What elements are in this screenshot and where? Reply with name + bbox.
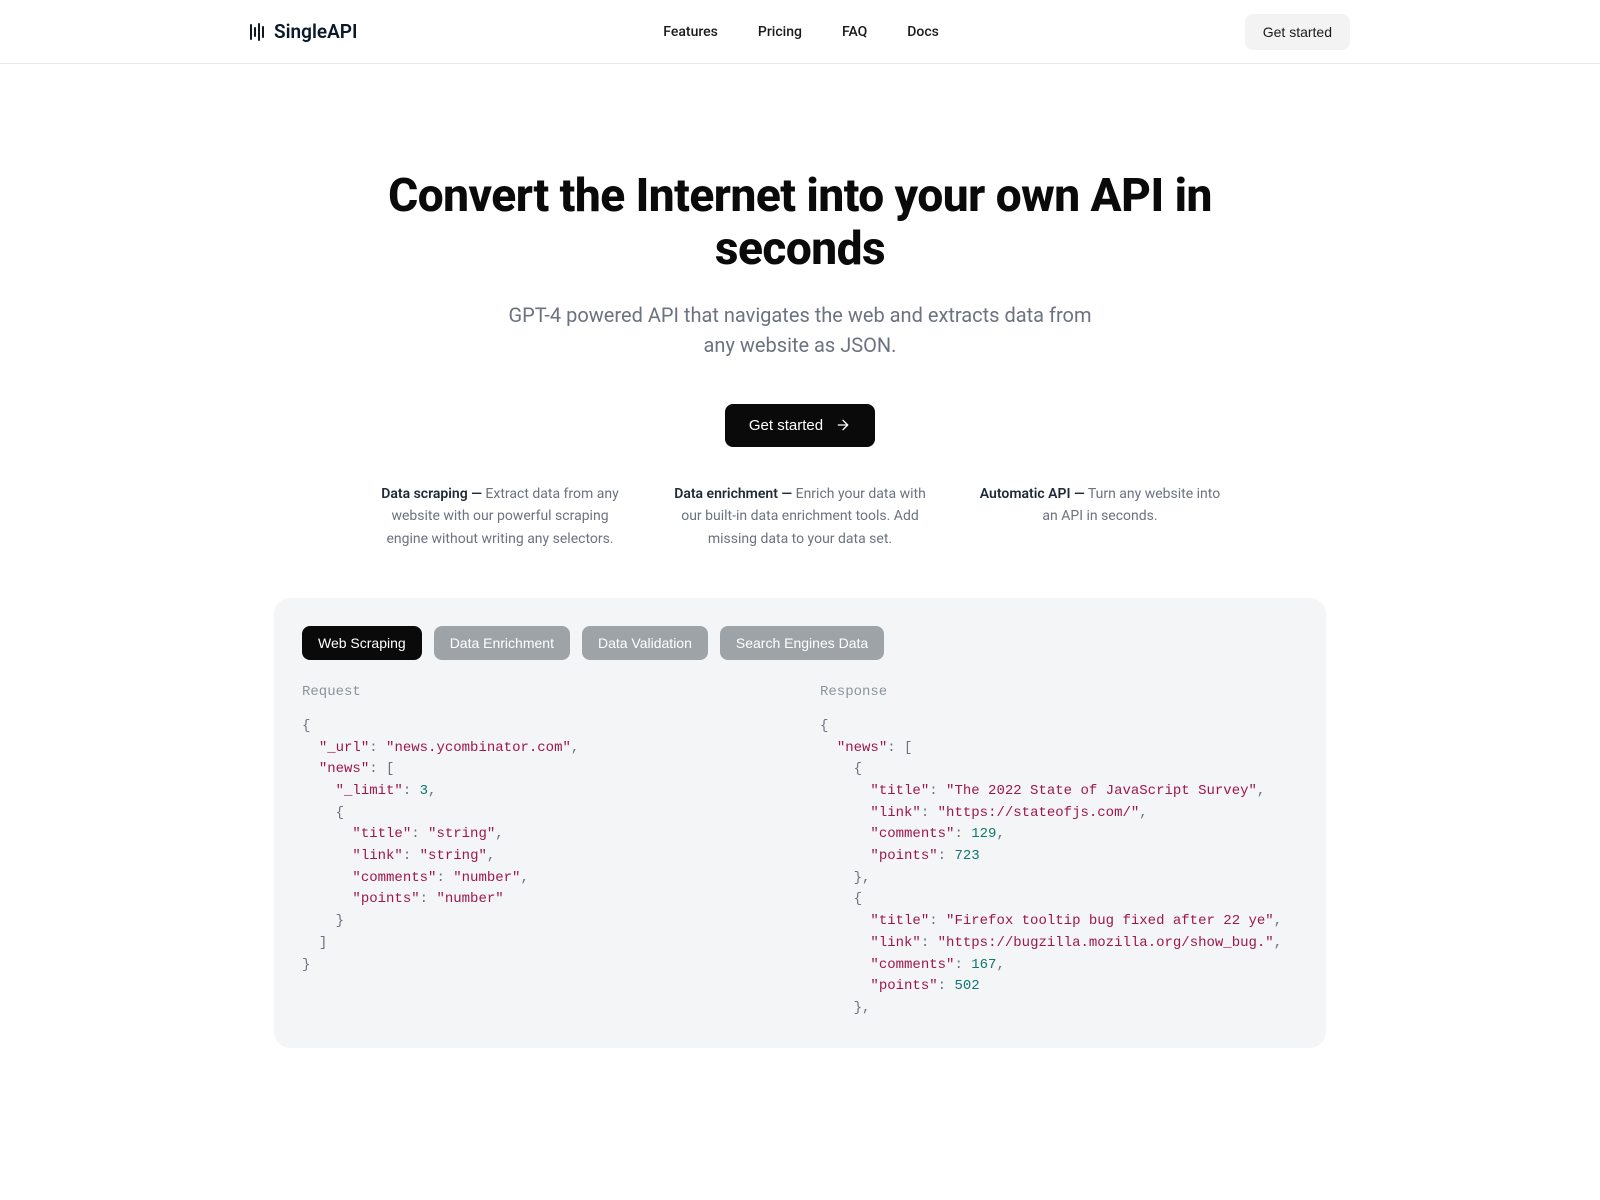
feature-title: Automatic API: [980, 486, 1071, 502]
hero: Convert the Internet into your own API i…: [350, 64, 1250, 447]
hero-title: Convert the Internet into your own API i…: [374, 170, 1226, 276]
tab-search-engines-data[interactable]: Search Engines Data: [720, 626, 884, 660]
code-card: Web Scraping Data Enrichment Data Valida…: [274, 598, 1326, 1048]
feature-title: Data scraping: [381, 486, 467, 502]
feature-automatic-api: Automatic API — Turn any website into an…: [974, 483, 1226, 550]
tab-data-validation[interactable]: Data Validation: [582, 626, 708, 660]
cta-label: Get started: [749, 417, 823, 434]
features-row: Data scraping — Extract data from any we…: [350, 483, 1250, 550]
nav-pricing[interactable]: Pricing: [758, 24, 802, 40]
feature-data-scraping: Data scraping — Extract data from any we…: [374, 483, 626, 550]
logo-icon: [250, 22, 264, 42]
header: SingleAPI Features Pricing FAQ Docs Get …: [0, 0, 1600, 64]
code-section: Web Scraping Data Enrichment Data Valida…: [250, 598, 1350, 1048]
main-nav: Features Pricing FAQ Docs: [663, 24, 939, 40]
response-code: { "news": [ { "title": "The 2022 State o…: [820, 716, 1298, 1020]
response-label: Response: [820, 684, 1298, 700]
arrow-right-icon: [835, 417, 851, 433]
request-label: Request: [302, 684, 780, 700]
code-tabs: Web Scraping Data Enrichment Data Valida…: [302, 626, 1298, 660]
response-column: Response { "news": [ { "title": "The 202…: [820, 684, 1298, 1020]
get-started-button-hero[interactable]: Get started: [725, 404, 875, 447]
feature-title: Data enrichment: [674, 486, 778, 502]
logo[interactable]: SingleAPI: [250, 20, 357, 43]
tab-web-scraping[interactable]: Web Scraping: [302, 626, 422, 660]
hero-subtitle: GPT-4 powered API that navigates the web…: [500, 300, 1100, 360]
get-started-button-header[interactable]: Get started: [1245, 14, 1350, 50]
feature-data-enrichment: Data enrichment — Enrich your data with …: [674, 483, 926, 550]
request-code: { "_url": "news.ycombinator.com", "news"…: [302, 716, 780, 976]
nav-features[interactable]: Features: [663, 24, 718, 40]
nav-docs[interactable]: Docs: [907, 24, 939, 40]
nav-faq[interactable]: FAQ: [842, 24, 867, 40]
tab-data-enrichment[interactable]: Data Enrichment: [434, 626, 570, 660]
brand-name: SingleAPI: [274, 20, 357, 43]
request-column: Request { "_url": "news.ycombinator.com"…: [302, 684, 780, 1020]
